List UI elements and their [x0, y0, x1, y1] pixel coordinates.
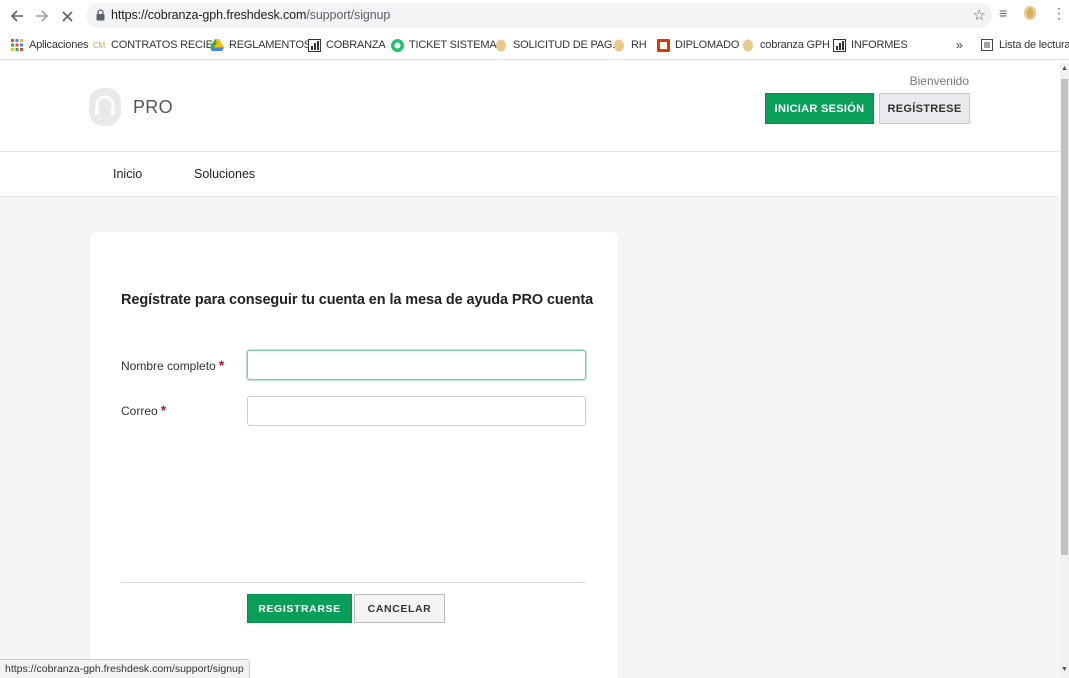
bookmark-cobranza[interactable]: COBRANZA [307, 38, 386, 52]
cm-icon: CM [92, 40, 106, 50]
register-button[interactable]: REGÍSTRESE [879, 93, 970, 124]
browser-toolbar: https://cobranza-gph.freshdesk.com/suppo… [0, 0, 1069, 32]
bookmark-label: REGLAMENTOS [229, 39, 311, 51]
bookmark-cobranza-gph[interactable]: cobranza GPH [741, 38, 830, 52]
reading-list-button[interactable]: Lista de lectura [980, 38, 1069, 52]
reading-list-label: Lista de lectura [999, 39, 1069, 51]
required-asterisk: * [160, 402, 167, 418]
bookmark-solicitud[interactable]: SOLICITUD DE PAG... [494, 38, 621, 52]
bookmark-star-icon[interactable]: ☆ [973, 6, 986, 24]
playlist-icon[interactable]: ≡ [999, 5, 1007, 21]
url-text: https://cobranza-gph.freshdesk.com/suppo… [111, 8, 391, 22]
bookmark-label: COBRANZA [326, 39, 386, 51]
back-arrow-icon[interactable] [5, 4, 29, 28]
scroll-thumb[interactable] [1061, 79, 1068, 555]
lock-icon [96, 9, 105, 21]
form-divider [121, 582, 586, 583]
portal-header: PRO Bienvenido INICIAR SESIÓN REGÍSTRESE [0, 63, 1060, 152]
bookmark-apps[interactable]: Aplicaciones [10, 38, 89, 52]
bookmark-ticket-sistemas[interactable]: TICKET SISTEMAS [390, 38, 504, 52]
bookmark-rh[interactable]: RH [612, 38, 647, 52]
portal-logo[interactable] [89, 88, 121, 126]
flower-icon [612, 38, 626, 52]
browser-menu-icon[interactable]: ⋮ [1052, 5, 1066, 22]
signup-submit-button[interactable]: REGISTRARSE [247, 594, 352, 623]
bookmark-label: DIPLOMADO [675, 39, 740, 51]
chart-icon [832, 38, 846, 52]
bookmark-label: cobranza GPH [760, 39, 830, 51]
nav-solutions[interactable]: Soluciones [194, 167, 255, 181]
browser-chrome: https://cobranza-gph.freshdesk.com/suppo… [0, 0, 1069, 63]
flower-icon [741, 38, 755, 52]
signup-card: Regístrate para conseguir tu cuenta en l… [90, 232, 618, 678]
scroll-up-arrow-icon[interactable]: ▲ [1060, 65, 1069, 75]
bookmark-label: TICKET SISTEMAS [409, 39, 504, 51]
address-bar[interactable]: https://cobranza-gph.freshdesk.com/suppo… [86, 3, 992, 28]
more-bookmarks-label: » [956, 38, 963, 52]
status-bar: https://cobranza-gph.freshdesk.com/suppo… [0, 659, 250, 678]
bookmarks-bar: Aplicaciones CM CONTRATOS RECIE... REGLA… [0, 33, 1069, 60]
signup-title: Regístrate para conseguir tu cuenta en l… [121, 292, 594, 308]
login-button[interactable]: INICIAR SESIÓN [765, 93, 874, 124]
bookmark-informes[interactable]: INFORMES [832, 38, 908, 52]
welcome-text: Bienvenido [909, 74, 969, 88]
chart-icon [307, 38, 321, 52]
bookmark-label: RH [631, 39, 647, 51]
email-input[interactable] [247, 396, 586, 426]
email-label-text: Correo [121, 404, 158, 418]
nav-home[interactable]: Inicio [113, 167, 142, 181]
name-label: Nombre completo * [121, 357, 224, 373]
more-bookmarks-button[interactable]: » [956, 38, 963, 52]
freshdesk-icon [390, 38, 404, 52]
extension-flower-icon[interactable] [1022, 4, 1038, 25]
email-label: Correo * [121, 402, 166, 418]
name-label-text: Nombre completo [121, 359, 216, 373]
bookmark-label: SOLICITUD DE PAG... [513, 39, 621, 51]
forward-arrow-icon[interactable] [30, 4, 54, 28]
portal-nav: Inicio Soluciones [0, 152, 1060, 197]
portal-brand[interactable]: PRO [133, 97, 173, 118]
bookmark-contratos[interactable]: CM CONTRATOS RECIE... [92, 38, 222, 52]
flower-icon [494, 38, 508, 52]
bookmark-label: INFORMES [851, 39, 908, 51]
bookmark-reglamentos[interactable]: REGLAMENTOS [210, 38, 311, 52]
required-asterisk: * [218, 357, 225, 373]
full-name-input[interactable] [247, 350, 586, 380]
cancel-button[interactable]: CANCELAR [354, 594, 445, 623]
apps-grid-icon [10, 38, 24, 52]
bookmark-diplomado[interactable]: DIPLOMADO [656, 38, 739, 52]
page-scrollbar[interactable]: ▲ ▼ [1060, 63, 1069, 678]
reading-list-icon [980, 38, 994, 52]
page-content: PRO Bienvenido INICIAR SESIÓN REGÍSTRESE… [0, 63, 1060, 678]
bookmark-label: CONTRATOS RECIE... [111, 39, 222, 51]
office-icon [656, 38, 670, 52]
stop-loading-icon[interactable] [55, 4, 79, 28]
headset-icon [95, 95, 115, 115]
bookmark-label: Aplicaciones [29, 39, 89, 51]
drive-icon [210, 38, 224, 52]
scroll-down-arrow-icon[interactable]: ▼ [1060, 666, 1069, 676]
